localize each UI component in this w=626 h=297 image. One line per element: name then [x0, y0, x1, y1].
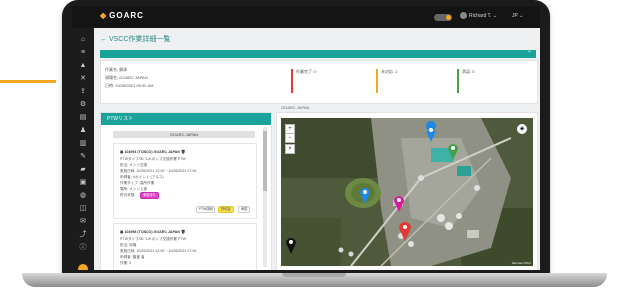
section-banner: ⌃: [100, 50, 536, 58]
user-menu[interactable]: Richard T. ⌄: [460, 12, 497, 19]
laptop-base: [22, 273, 607, 287]
stat-completed: 作業完了: 0: [291, 69, 316, 93]
ptw-card-line: PTWタイプ/ID: 1-A ポンプ交換作業 PTW: [120, 157, 186, 161]
box-icon[interactable]: ▣: [79, 179, 87, 187]
ptw-card-line: PTWタイプ/ID: 1-B ポンプ交換作業 PTW: [120, 237, 186, 241]
ptw-card-line: 許可状態:: [120, 193, 136, 197]
ptw-card-line: 担当: オンジ交換: [120, 163, 148, 167]
status-badge: 承認待ち: [140, 192, 159, 199]
site-filter[interactable]: GOARC JAPAN: [113, 131, 255, 138]
scrollbar-thumb[interactable]: [263, 131, 267, 191]
ptw-card-line: 作業: 3: [120, 261, 132, 265]
approve-button[interactable]: 承認: [238, 206, 251, 213]
language-selector[interactable]: JP ⌄: [512, 13, 523, 19]
calendar-icon[interactable]: ◫: [79, 205, 87, 213]
ptw-detail-button[interactable]: PTW詳細: [196, 206, 216, 213]
orange-accent-line: [0, 80, 56, 83]
ptw-list-panel: PTWリスト GOARC JAPAN ▣ 104994 (TCBCO) GOAR…: [100, 112, 272, 270]
ptw-card-line: 担当: 待機: [120, 243, 137, 247]
ptw-list-scrollbar[interactable]: [263, 127, 267, 267]
satellite-image: [281, 118, 533, 266]
layers-icon[interactable]: ≡: [79, 49, 87, 57]
app-screen: ◆ GOARC Richard T. ⌄ JP ⌄ ⌂ ≡ ▲ ✕ ⇪ ⚙ ▤ ♟ ▥ ✎ ▰ ▣ ◍ ◫ ✉…: [72, 6, 540, 270]
close-map-button[interactable]: ×: [285, 144, 295, 154]
main-content: ← VSCC作業詳細一覧 ⌃ 作業名: 解体 現場名: GOARC JAPAN …: [94, 28, 540, 270]
truck-icon[interactable]: ▰: [79, 166, 87, 174]
gear-icon[interactable]: ⚙: [79, 101, 87, 109]
ptw-card-line: 作業タイプ: 高所作業: [120, 181, 155, 185]
map-panel: GOARC JAPAN + − × ◈ Map data ©2021: [276, 105, 538, 270]
stat-pending: 未対応: 2: [376, 69, 397, 93]
theme-toggle[interactable]: [434, 14, 452, 21]
zoom-out-button[interactable]: −: [285, 133, 295, 143]
info-line: 日時: 10/26/2021 09:00 AM: [105, 83, 154, 88]
collapse-icon[interactable]: ⌃: [527, 50, 532, 57]
ptw-card-line: 申請者: 審査 者: [120, 255, 145, 259]
warning-icon[interactable]: ▲: [79, 62, 87, 70]
sidebar: ⌂ ≡ ▲ ✕ ⇪ ⚙ ▤ ♟ ▥ ✎ ▰ ▣ ◍ ◫ ✉ ⤴ ⓘ: [72, 28, 94, 270]
top-bar: ◆ GOARC Richard T. ⌄ JP ⌄: [72, 6, 540, 28]
ptw-card-line: 実施日時: 10/26/2021 12:00 ~ 10/26/2021 17:0…: [120, 169, 197, 173]
info-line: 現場名: GOARC JAPAN: [105, 75, 148, 80]
info-icon[interactable]: ⓘ: [79, 244, 87, 252]
ptw-card[interactable]: ▣ 104994 (TCBCO) GOARC JAPAN 🗑 PTWタイプ/ID…: [113, 143, 257, 219]
logo: ◆ GOARC: [100, 11, 144, 20]
document-icon[interactable]: ▤: [79, 114, 87, 122]
permit-button[interactable]: 許可証: [218, 206, 234, 213]
stat-approved: 承認: 0: [457, 69, 474, 93]
map-attribution: Map data ©2021: [511, 262, 531, 265]
work-info-panel: 作業名: 解体 現場名: GOARC JAPAN 日時: 10/26/2021 …: [100, 60, 538, 104]
layers-icon[interactable]: ◈: [517, 124, 527, 134]
satellite-map[interactable]: + − × ◈ Map data ©2021: [281, 118, 533, 266]
avatar: [460, 12, 467, 19]
ptw-card-line: 申請者: Vポイント (アルコ): [120, 175, 164, 179]
ptw-card[interactable]: ▣ 104998 (TCBCO) GOARC JAPAN 🗑 PTWタイプ/ID…: [113, 223, 257, 270]
tools-icon[interactable]: ✕: [79, 75, 87, 83]
edit-icon[interactable]: ✎: [79, 153, 87, 161]
message-icon[interactable]: ✉: [79, 218, 87, 226]
share-icon[interactable]: ⤴: [79, 231, 87, 239]
ptw-card-title: ▣ 104998 (TCBCO) GOARC JAPAN 🗑: [120, 230, 186, 234]
ptw-card-line: 実施日時: 10/26/2021 12:00 ~ 10/26/2021 17:0…: [120, 249, 197, 253]
info-line: 作業名: 解体: [105, 67, 128, 72]
page-title[interactable]: ← VSCC作業詳細一覧: [100, 34, 170, 44]
chart-icon[interactable]: ▥: [79, 140, 87, 148]
upload-icon[interactable]: ⇪: [79, 88, 87, 96]
profile-icon[interactable]: [78, 264, 88, 270]
chat-icon[interactable]: ◍: [79, 192, 87, 200]
map-label: GOARC JAPAN: [281, 105, 310, 110]
ptw-card-title: ▣ 104994 (TCBCO) GOARC JAPAN 🗑: [120, 150, 186, 154]
ptw-list-header: PTWリスト: [101, 113, 271, 125]
users-icon[interactable]: ♟: [79, 127, 87, 135]
home-icon[interactable]: ⌂: [79, 36, 87, 44]
